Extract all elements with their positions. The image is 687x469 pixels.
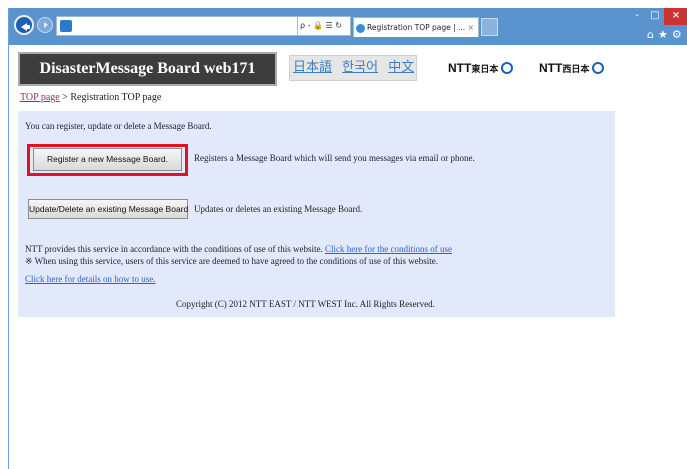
site-title: DisasterMessage Board web171 <box>18 52 277 86</box>
new-tab-button[interactable] <box>481 18 498 36</box>
address-bar-tools[interactable]: ρ - 🔒 ☰ ↻ <box>297 16 351 36</box>
maximize-button[interactable]: □ <box>646 8 664 25</box>
update-delete-board-button[interactable]: Update/Delete an existing Message Board <box>28 199 188 219</box>
lang-japanese-link[interactable]: 日本語 <box>293 60 332 75</box>
tab-title: Registration TOP page | ... <box>367 23 466 32</box>
register-description: Registers a Message Board which will sen… <box>194 153 475 163</box>
ntt-west-logo: NTT西日本 <box>539 61 605 75</box>
conditions-text: NTT provides this service in accordance … <box>25 244 323 254</box>
back-icon[interactable] <box>14 15 34 35</box>
close-window-button[interactable]: × <box>664 8 687 25</box>
lang-chinese-link[interactable]: 中文 <box>388 60 414 75</box>
forward-icon[interactable] <box>37 17 53 33</box>
tab-favicon-icon <box>356 23 365 33</box>
ntt-west-logo-icon <box>592 62 605 74</box>
language-switcher: 日本語 한국어 中文 <box>289 55 417 81</box>
ntt-east-name: NTT <box>448 61 472 75</box>
ntt-east-logo-icon <box>501 62 514 74</box>
conditions-of-use-link[interactable]: Click here for the conditions of use <box>325 244 452 254</box>
breadcrumb: TOP page > Registration TOP page <box>20 92 161 103</box>
ntt-west-name: NTT <box>539 61 563 75</box>
tab-registration-top[interactable]: Registration TOP page | ... × <box>353 17 479 37</box>
minimize-button[interactable]: - <box>628 8 646 25</box>
ntt-west-region: 西日本 <box>562 64 590 74</box>
intro-text: You can register, update or delete a Mes… <box>25 121 212 131</box>
browser-titlebar: ρ - 🔒 ☰ ↻ Registration TOP page | ... × … <box>9 8 687 45</box>
tab-close-icon[interactable]: × <box>468 23 474 32</box>
breadcrumb-separator: > <box>59 92 71 103</box>
ntt-east-region: 東日本 <box>471 64 499 74</box>
update-description: Updates or deletes an existing Message B… <box>194 204 363 214</box>
breadcrumb-top-link[interactable]: TOP page <box>20 92 60 103</box>
agreement-note: ※ When using this service, users of this… <box>25 256 439 266</box>
conditions-line: NTT provides this service in accordance … <box>25 244 452 254</box>
site-favicon-icon <box>60 20 72 32</box>
register-new-board-button[interactable]: Register a new Message Board. <box>33 148 182 171</box>
copyright: Copyright (C) 2012 NTT EAST / NTT WEST I… <box>176 299 435 309</box>
how-to-use-link[interactable]: Click here for details on how to use. <box>25 274 155 284</box>
address-bar[interactable] <box>56 16 299 36</box>
ntt-east-logo: NTT東日本 <box>448 61 514 75</box>
lang-korean-link[interactable]: 한국어 <box>342 60 378 75</box>
breadcrumb-current: Registration TOP page <box>70 92 162 103</box>
home-favorites-settings-icons[interactable]: ⌂★⚙ <box>647 28 686 41</box>
